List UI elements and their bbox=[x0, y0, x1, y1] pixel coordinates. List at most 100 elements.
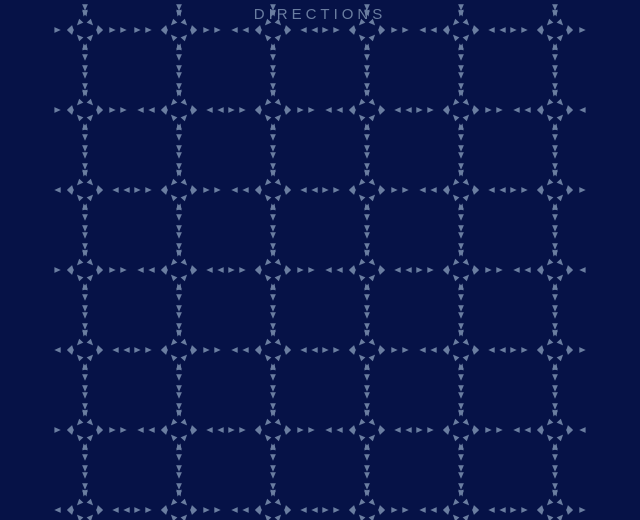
arm-v bbox=[82, 385, 88, 391]
arm-h bbox=[311, 27, 317, 33]
arm-h bbox=[499, 347, 505, 353]
corner bbox=[463, 435, 469, 442]
arm-v bbox=[364, 483, 370, 489]
corner bbox=[67, 425, 74, 430]
arm-h bbox=[311, 187, 317, 193]
arm-v bbox=[552, 465, 558, 471]
corner bbox=[537, 25, 544, 30]
arm-v bbox=[458, 163, 464, 169]
arm-h bbox=[54, 187, 60, 193]
arm-v bbox=[176, 225, 182, 231]
corner bbox=[284, 269, 291, 274]
corner bbox=[275, 515, 281, 520]
corner bbox=[547, 419, 553, 426]
corner bbox=[557, 19, 563, 26]
arm-h bbox=[496, 427, 502, 433]
arm-h bbox=[112, 187, 118, 193]
arm-v bbox=[364, 454, 370, 460]
corner bbox=[369, 195, 375, 202]
arm-v bbox=[270, 145, 276, 151]
corner bbox=[359, 275, 365, 282]
arm-h bbox=[231, 347, 237, 353]
corner bbox=[275, 99, 281, 106]
arm-v bbox=[82, 72, 88, 78]
corner bbox=[463, 339, 469, 346]
corner bbox=[255, 265, 262, 270]
corner bbox=[566, 29, 573, 34]
corner bbox=[67, 105, 74, 110]
arm-v bbox=[82, 134, 88, 140]
arm-v bbox=[552, 483, 558, 489]
corner bbox=[96, 429, 103, 434]
corner bbox=[359, 99, 365, 106]
arm-v bbox=[82, 4, 88, 10]
arm-v bbox=[458, 312, 464, 318]
arm-v bbox=[458, 83, 464, 89]
corner bbox=[472, 109, 479, 114]
arm-h bbox=[134, 187, 140, 193]
arm-h bbox=[54, 107, 60, 113]
corner bbox=[181, 339, 187, 346]
arm-v bbox=[364, 214, 370, 220]
corner bbox=[472, 185, 479, 190]
arm-v bbox=[364, 294, 370, 300]
arm-v bbox=[270, 385, 276, 391]
arm-v bbox=[364, 145, 370, 151]
arm-v bbox=[364, 152, 370, 158]
arm-h bbox=[419, 347, 425, 353]
arm-h bbox=[524, 107, 530, 113]
corner bbox=[181, 115, 187, 122]
arm-h bbox=[308, 267, 314, 273]
corner bbox=[67, 265, 74, 270]
corner bbox=[369, 115, 375, 122]
corner bbox=[443, 509, 450, 514]
corner bbox=[378, 425, 385, 430]
arm-h bbox=[521, 27, 527, 33]
arm-h bbox=[203, 507, 209, 513]
corner bbox=[463, 355, 469, 362]
arm-v bbox=[458, 454, 464, 460]
corner bbox=[566, 265, 573, 270]
arm-h bbox=[308, 427, 314, 433]
arm-h bbox=[488, 347, 494, 353]
corner bbox=[463, 19, 469, 26]
arm-v bbox=[82, 323, 88, 329]
corner bbox=[566, 105, 573, 110]
arm-v bbox=[364, 312, 370, 318]
corner bbox=[453, 515, 459, 520]
corner bbox=[190, 189, 197, 194]
corner bbox=[265, 35, 271, 42]
arm-v bbox=[270, 225, 276, 231]
arm-h bbox=[322, 27, 328, 33]
arm-v bbox=[176, 392, 182, 398]
corner bbox=[463, 35, 469, 42]
arm-v bbox=[270, 472, 276, 478]
corner bbox=[190, 349, 197, 354]
arm-v bbox=[82, 454, 88, 460]
corner bbox=[275, 179, 281, 186]
corner bbox=[87, 275, 93, 282]
corner bbox=[87, 259, 93, 266]
corner bbox=[181, 275, 187, 282]
corner bbox=[547, 35, 553, 42]
arm-v bbox=[270, 465, 276, 471]
corner bbox=[547, 355, 553, 362]
arm-h bbox=[214, 507, 220, 513]
arm-v bbox=[364, 65, 370, 71]
arm-h bbox=[54, 27, 60, 33]
corner bbox=[161, 25, 168, 30]
corner bbox=[566, 509, 573, 514]
arm-v bbox=[364, 4, 370, 10]
arm-v bbox=[270, 83, 276, 89]
corner bbox=[463, 179, 469, 186]
arm-h bbox=[134, 507, 140, 513]
corner bbox=[87, 99, 93, 106]
corner bbox=[255, 425, 262, 430]
corner bbox=[77, 99, 83, 106]
arm-v bbox=[82, 465, 88, 471]
corner bbox=[359, 115, 365, 122]
corner bbox=[472, 345, 479, 350]
arm-h bbox=[579, 347, 585, 353]
corner bbox=[67, 509, 74, 514]
arm-v bbox=[458, 145, 464, 151]
